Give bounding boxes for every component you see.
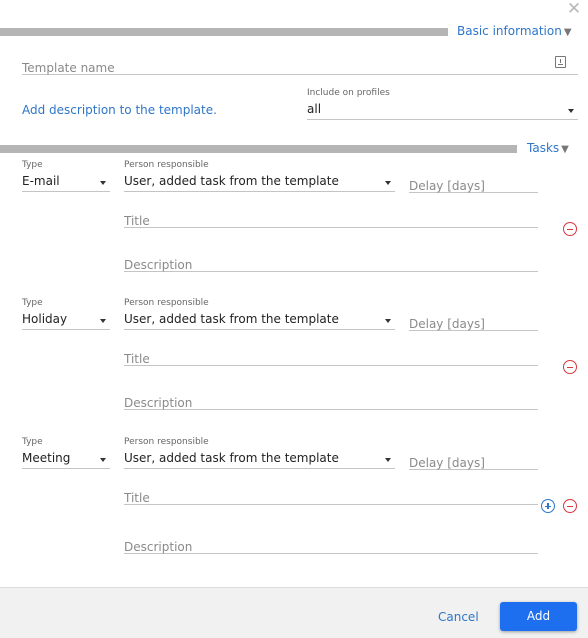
person-responsible-select[interactable]: User, added task from the template bbox=[124, 310, 395, 330]
type-label: Type bbox=[22, 298, 43, 308]
task-type-value: Meeting bbox=[22, 451, 71, 465]
add-task-button[interactable] bbox=[541, 499, 555, 513]
title-input[interactable] bbox=[124, 352, 538, 366]
description-input[interactable] bbox=[124, 396, 538, 410]
minus-icon bbox=[567, 505, 573, 507]
template-name-field[interactable] bbox=[22, 57, 578, 75]
person-responsible-label: Person responsible bbox=[124, 437, 209, 447]
type-label: Type bbox=[22, 437, 43, 447]
tasks-divider bbox=[0, 145, 517, 153]
description-input[interactable] bbox=[124, 258, 538, 272]
tasks-title: Tasks bbox=[527, 141, 560, 155]
person-responsible-label: Person responsible bbox=[124, 298, 209, 308]
task-type-select[interactable]: Holiday bbox=[22, 310, 110, 330]
chevron-down-icon bbox=[100, 458, 106, 462]
collapse-triangle-icon: ▼ bbox=[561, 144, 569, 155]
add-description-link[interactable]: Add description to the template. bbox=[22, 103, 217, 117]
title-input[interactable] bbox=[124, 214, 538, 228]
person-responsible-value: User, added task from the template bbox=[124, 312, 339, 326]
basic-info-divider bbox=[0, 28, 448, 36]
template-name-input[interactable] bbox=[22, 61, 578, 75]
dialog-footer: Cancel Add bbox=[0, 587, 588, 638]
basic-info-title: Basic information bbox=[457, 24, 562, 38]
delay-input[interactable] bbox=[409, 179, 538, 193]
title-field[interactable] bbox=[124, 348, 538, 366]
chevron-down-icon bbox=[568, 109, 574, 113]
cancel-button[interactable]: Cancel bbox=[438, 610, 479, 624]
title-field[interactable] bbox=[124, 487, 538, 505]
delay-input[interactable] bbox=[409, 317, 538, 331]
include-on-profiles-label: Include on profiles bbox=[307, 88, 390, 98]
description-input[interactable] bbox=[124, 540, 538, 554]
add-button[interactable]: Add bbox=[500, 602, 577, 631]
delay-field[interactable] bbox=[409, 452, 538, 470]
task-type-value: E-mail bbox=[22, 174, 60, 188]
remove-task-button[interactable] bbox=[563, 499, 577, 513]
remove-task-button[interactable] bbox=[563, 360, 577, 374]
include-on-profiles-value: all bbox=[307, 102, 322, 116]
title-input[interactable] bbox=[124, 491, 538, 505]
delay-input[interactable] bbox=[409, 456, 538, 470]
minus-icon bbox=[567, 228, 573, 230]
minus-icon bbox=[567, 366, 573, 368]
chevron-down-icon bbox=[385, 181, 391, 185]
chevron-down-icon bbox=[385, 458, 391, 462]
task-type-select[interactable]: E-mail bbox=[22, 172, 110, 192]
person-responsible-label: Person responsible bbox=[124, 160, 209, 170]
delay-field[interactable] bbox=[409, 175, 538, 193]
description-field[interactable] bbox=[124, 254, 538, 272]
person-responsible-value: User, added task from the template bbox=[124, 451, 339, 465]
person-responsible-select[interactable]: User, added task from the template bbox=[124, 172, 395, 192]
plus-icon-vertical bbox=[547, 503, 549, 509]
chevron-down-icon bbox=[100, 319, 106, 323]
basic-info-toggle[interactable]: Basic information ▼ bbox=[457, 24, 572, 38]
task-type-value: Holiday bbox=[22, 312, 68, 326]
remove-task-button[interactable] bbox=[563, 222, 577, 236]
type-label: Type bbox=[22, 160, 43, 170]
person-responsible-select[interactable]: User, added task from the template bbox=[124, 449, 395, 469]
tasks-toggle[interactable]: Tasks ▼ bbox=[527, 141, 569, 155]
include-on-profiles-select[interactable]: all bbox=[307, 100, 578, 120]
close-icon[interactable]: ✕ bbox=[566, 1, 582, 18]
person-responsible-value: User, added task from the template bbox=[124, 174, 339, 188]
collapse-triangle-icon: ▼ bbox=[563, 27, 572, 38]
task-type-select[interactable]: Meeting bbox=[22, 449, 110, 469]
description-field[interactable] bbox=[124, 392, 538, 410]
description-field[interactable] bbox=[124, 536, 538, 554]
template-variables-icon[interactable] bbox=[555, 56, 566, 68]
title-field[interactable] bbox=[124, 210, 538, 228]
delay-field[interactable] bbox=[409, 313, 538, 331]
chevron-down-icon bbox=[385, 319, 391, 323]
chevron-down-icon bbox=[100, 181, 106, 185]
